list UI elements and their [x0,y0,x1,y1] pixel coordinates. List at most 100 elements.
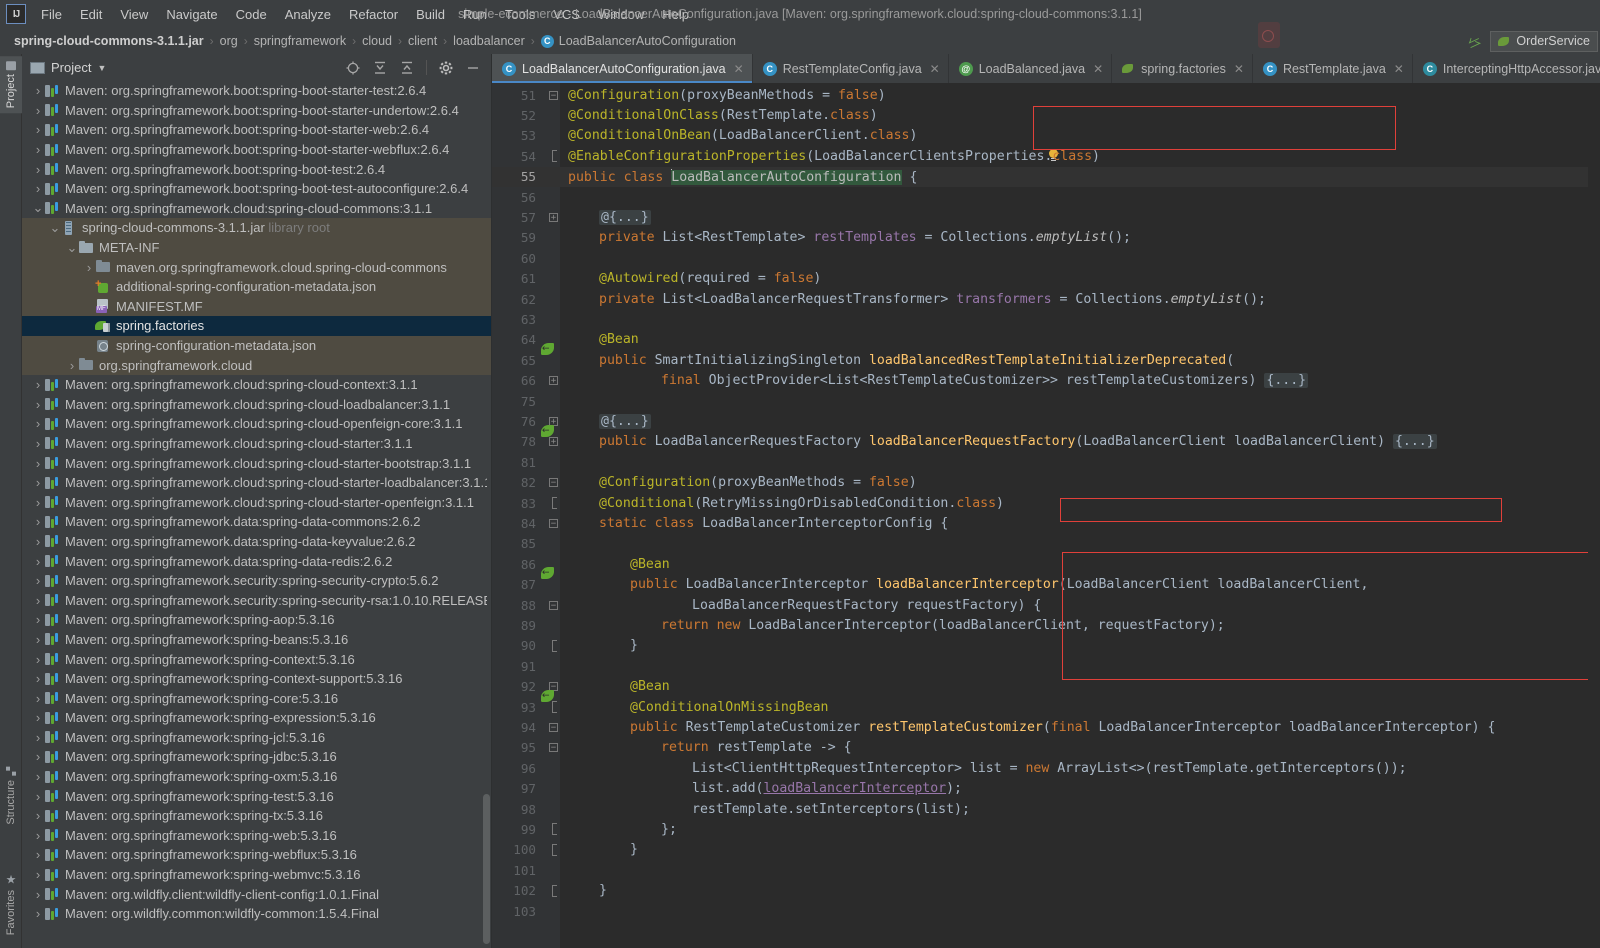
code-line[interactable]: 53 @ConditionalOnBean(LoadBalancerClient.… [492,126,1600,146]
code-line[interactable]: 87 public LoadBalancerInterceptor loadBal… [492,575,1600,595]
chevron-down-icon[interactable]: ⌄ [49,221,61,234]
code-line[interactable]: 84 static class LoadBalancerInterceptorCo… [492,513,1600,533]
tree-row[interactable]: › org.springframework.cloud [22,355,491,375]
tree-row[interactable]: ⌄ spring-cloud-commons-3.1.1.jar library … [22,218,491,238]
code-line[interactable]: 97 list.add(loadBalancerInterceptor); [492,779,1600,799]
chevron-right-icon[interactable]: › [32,475,44,490]
code-line[interactable]: 83 @Conditional(RetryMissingOrDisabledCon… [492,493,1600,513]
close-icon[interactable]: ✕ [1394,62,1404,76]
tree-row[interactable]: › Maven: org.springframework:spring-conte… [22,649,491,669]
tool-window-structure[interactable]: Structure [0,762,22,830]
chevron-right-icon[interactable]: › [32,554,44,569]
tree-row[interactable]: › Maven: org.springframework:spring-aop:5… [22,610,491,630]
tree-row[interactable]: › Maven: org.springframework.cloud:spring… [22,375,491,395]
code-line[interactable]: 93 @ConditionalOnMissingBean [492,697,1600,717]
tree-row[interactable]: MANIFEST.MF [22,296,491,317]
tree-row[interactable]: › Maven: org.wildfly.common:wildfly-commo… [22,904,491,924]
tree-row[interactable]: › Maven: org.springframework:spring-expre… [22,708,491,728]
chevron-right-icon[interactable]: › [66,358,78,373]
chevron-right-icon[interactable]: › [32,573,44,588]
close-icon[interactable]: ✕ [1093,62,1103,76]
gear-icon[interactable] [438,60,454,76]
chevron-right-icon[interactable]: › [32,162,44,177]
code-line[interactable]: 64 @Bean [492,330,1600,355]
close-icon[interactable]: ✕ [1234,62,1244,76]
tree-row[interactable]: additional-spring-configuration-metadata… [22,276,491,297]
tree-row[interactable]: › Maven: org.springframework.cloud:spring… [22,473,491,493]
chevron-right-icon[interactable]: › [83,260,95,275]
code-line[interactable]: 89 return new LoadBalancerInterceptor(loa… [492,615,1600,635]
code-editor[interactable]: −51 @Configuration(proxyBeanMethods = fal… [492,83,1600,948]
tree-row[interactable]: › Maven: org.springframework.boot:spring-… [22,120,491,140]
tool-window-project[interactable]: Project [0,56,22,114]
code-line[interactable]: 90} [492,636,1600,656]
code-line[interactable]: 55 public class LoadBalancerAutoConfigura… [492,166,1600,187]
tree-row[interactable]: › Maven: org.springframework:spring-jdbc:… [22,747,491,767]
chevron-right-icon[interactable]: › [32,789,44,804]
tree-row[interactable]: › Maven: org.springframework.boot:spring-… [22,159,491,179]
code-line[interactable]: 62 private List<LoadBalancerRequestTransf… [492,289,1600,309]
chevron-down-icon[interactable]: ⌄ [66,241,78,254]
chevron-right-icon[interactable]: › [32,671,44,686]
editor-tab-4[interactable]: C RestTemplate.java ✕ [1253,54,1413,83]
search-icon[interactable] [1258,22,1280,48]
chevron-right-icon[interactable]: › [32,436,44,451]
chevron-right-icon[interactable]: › [32,906,44,921]
menu-item-code[interactable]: Code [227,3,276,26]
code-content[interactable]: −51 @Configuration(proxyBeanMethods = fal… [492,83,1600,948]
code-line[interactable]: 65 public SmartInitializingSingleton load… [492,350,1600,370]
code-line[interactable]: 86 @Bean [492,554,1600,580]
build-hammer-icon[interactable]: ⥦ [1465,31,1483,51]
code-line[interactable]: 75 [492,391,1600,411]
code-line[interactable]: 102} [492,881,1600,901]
breadcrumb-item-4[interactable]: client [408,34,437,48]
chevron-right-icon[interactable]: › [32,142,44,157]
chevron-right-icon[interactable]: › [32,867,44,882]
tree-row[interactable]: › Maven: org.springframework.boot:spring-… [22,140,491,160]
chevron-right-icon[interactable]: › [32,652,44,667]
tree-row[interactable]: › Maven: org.springframework.security:spr… [22,571,491,591]
tree-row[interactable]: › Maven: org.springframework.boot:spring-… [22,179,491,199]
code-line[interactable]: 66 final ObjectProvider<List<RestTemplate… [492,371,1600,391]
breadcrumb-item-3[interactable]: cloud [362,34,392,48]
project-tree-scrollbar[interactable] [483,794,490,944]
tree-row[interactable]: › Maven: org.springframework.data:spring-… [22,512,491,532]
chevron-right-icon[interactable]: › [32,83,44,98]
chevron-right-icon[interactable]: › [32,632,44,647]
chevron-right-icon[interactable]: › [32,769,44,784]
run-configuration-selector[interactable]: OrderService [1490,30,1598,52]
code-line[interactable]: 59 private List<RestTemplate> restTemplat… [492,228,1600,248]
chevron-right-icon[interactable]: › [32,181,44,196]
tree-row[interactable]: spring.factories [22,316,491,336]
chevron-right-icon[interactable]: › [32,103,44,118]
code-line[interactable]: 103 [492,901,1600,921]
chevron-right-icon[interactable]: › [32,593,44,608]
tree-row[interactable]: › Maven: org.springframework:spring-core:… [22,688,491,708]
code-line[interactable]: 81 [492,452,1600,472]
chevron-right-icon[interactable]: › [32,808,44,823]
breadcrumb-item-5[interactable]: loadbalancer [453,34,525,48]
code-line[interactable]: 98 restTemplate.setInterceptors(list); [492,799,1600,819]
close-icon[interactable]: ✕ [930,62,940,76]
code-line[interactable]: 101 [492,860,1600,880]
tree-row[interactable]: › Maven: org.springframework:spring-tx:5.… [22,806,491,826]
chevron-right-icon[interactable]: › [32,749,44,764]
tree-row[interactable]: › Maven: org.wildfly.client:wildfly-clien… [22,884,491,904]
editor-tab-2[interactable]: @ LoadBalanced.java ✕ [949,54,1113,83]
tree-row[interactable]: › Maven: org.springframework.cloud:spring… [22,453,491,473]
tree-row[interactable]: › Maven: org.springframework.boot:spring-… [22,101,491,121]
chevron-right-icon[interactable]: › [32,397,44,412]
code-line[interactable]: 99}; [492,819,1600,839]
menu-item-navigate[interactable]: Navigate [157,3,226,26]
chevron-right-icon[interactable]: › [32,710,44,725]
breadcrumb-item-6[interactable]: C LoadBalancerAutoConfiguration [540,34,736,48]
breadcrumb-item-0[interactable]: spring-cloud-commons-3.1.1.jar [14,34,204,48]
code-line[interactable]: 57 @{...} [492,207,1600,227]
tool-window-favorites[interactable]: Favorites ★ [0,867,22,940]
chevron-right-icon[interactable]: › [32,847,44,862]
code-line[interactable]: 61 @Autowired(required = false) [492,269,1600,289]
tree-row[interactable]: › maven.org.springframework.cloud.spring-… [22,257,491,277]
editor-scrollbar[interactable] [1588,83,1600,948]
chevron-right-icon[interactable]: › [32,122,44,137]
chevron-right-icon[interactable]: › [32,377,44,392]
